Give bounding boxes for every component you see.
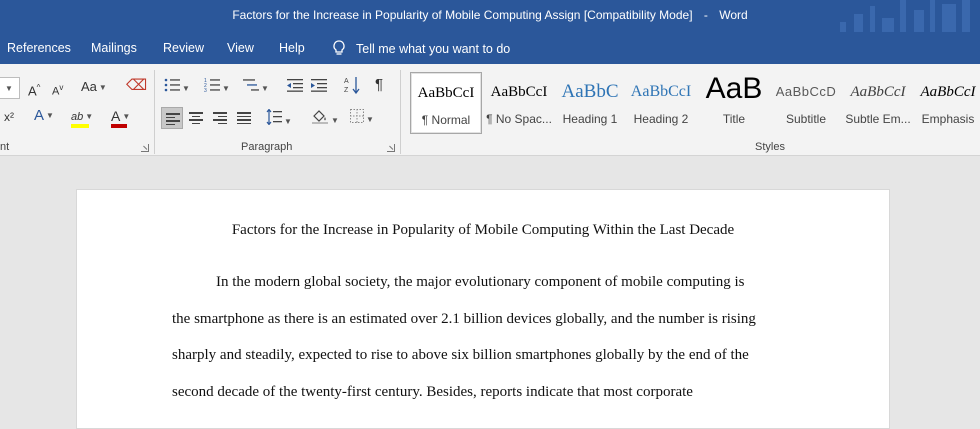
decrease-indent-icon[interactable] bbox=[287, 78, 303, 96]
paragraph-line: sharply and steadily, expected to rise t… bbox=[172, 347, 749, 363]
paragraph-line: In the modern global society, the major … bbox=[216, 274, 745, 290]
align-left-button[interactable] bbox=[161, 107, 183, 129]
shading-icon[interactable]: ▼ bbox=[311, 108, 339, 129]
clear-formatting-icon[interactable]: ⌫ bbox=[126, 78, 147, 94]
increase-indent-icon[interactable] bbox=[311, 78, 327, 96]
tell-me-text: Tell me what you want to do bbox=[356, 41, 511, 56]
chevron-down-icon: ▼ bbox=[5, 84, 13, 93]
group-divider bbox=[154, 70, 155, 154]
font-color-icon[interactable]: A ▼ bbox=[111, 108, 130, 128]
align-right-button[interactable] bbox=[209, 107, 231, 129]
tell-me-search[interactable]: Tell me what you want to do bbox=[332, 40, 510, 57]
style-emphasis[interactable]: AaBbCcI Emphasis bbox=[916, 72, 980, 134]
app-name: Word bbox=[719, 8, 748, 22]
style-subtle-emphasis[interactable]: AaBbCcI Subtle Em... bbox=[842, 72, 914, 134]
font-group-label: nt bbox=[0, 141, 10, 153]
font-dialog-launcher-icon[interactable] bbox=[141, 144, 149, 152]
svg-text:A: A bbox=[344, 78, 349, 85]
title-separator: - bbox=[703, 8, 708, 22]
tab-review[interactable]: Review bbox=[163, 41, 204, 55]
change-case-icon[interactable]: Aa ▼ bbox=[81, 79, 107, 96]
style-title[interactable]: AaB Title bbox=[700, 72, 768, 134]
align-center-button[interactable] bbox=[185, 107, 207, 129]
style-subtitle[interactable]: AaBbCcD Subtitle bbox=[772, 72, 840, 134]
tab-view[interactable]: View bbox=[227, 41, 254, 55]
align-center-icon bbox=[189, 112, 203, 126]
document-heading: Factors for the Increase in Popularity o… bbox=[231, 222, 735, 238]
tab-help[interactable]: Help bbox=[279, 41, 305, 55]
superscript-icon[interactable]: x² bbox=[4, 109, 14, 125]
paragraph-line: the smartphone as there is an estimated … bbox=[172, 311, 756, 327]
text-effects-icon[interactable]: A ▼ bbox=[34, 108, 54, 124]
justify-button[interactable] bbox=[233, 107, 255, 129]
bullets-icon[interactable]: ▼ bbox=[164, 78, 190, 97]
sort-icon[interactable]: AZ bbox=[344, 76, 360, 98]
line-spacing-icon[interactable]: ▼ bbox=[266, 108, 292, 130]
paragraph-dialog-launcher-icon[interactable] bbox=[387, 144, 395, 152]
multilevel-list-icon[interactable]: ▼ bbox=[243, 78, 269, 97]
svg-text:Z: Z bbox=[344, 87, 349, 94]
style-heading-2[interactable]: AaBbCcI Heading 2 bbox=[628, 72, 694, 134]
style-heading-1[interactable]: AaBbC Heading 1 bbox=[556, 72, 624, 134]
tab-mailings[interactable]: Mailings bbox=[91, 41, 137, 55]
grow-font-icon[interactable]: A^ bbox=[28, 80, 40, 99]
group-divider bbox=[400, 70, 401, 154]
tab-references[interactable]: References bbox=[7, 41, 71, 55]
pilcrow-icon[interactable]: ¶ bbox=[375, 77, 383, 93]
highlight-icon[interactable]: ab ▼ bbox=[71, 108, 93, 128]
styles-group-label: Styles bbox=[755, 141, 785, 153]
style-normal[interactable]: AaBbCcI ¶ Normal bbox=[410, 72, 482, 134]
document-name: Factors for the Increase in Popularity o… bbox=[232, 8, 693, 22]
document-canvas[interactable]: Factors for the Increase in Popularity o… bbox=[0, 156, 980, 429]
align-right-icon bbox=[213, 112, 227, 126]
ribbon: ▼ A^ Av Aa ▼ ⌫ x² A ▼ ab ▼ A ▼ nt ▼ 1 2 3 ▼ ▼ A… bbox=[0, 64, 980, 156]
document-page[interactable]: Factors for the Increase in Popularity o… bbox=[76, 189, 890, 429]
paragraph-group-label: Paragraph bbox=[241, 141, 293, 153]
svg-text:3: 3 bbox=[204, 88, 207, 92]
lightbulb-icon bbox=[332, 40, 346, 57]
ribbon-tabs: References Mailings Review View Help Tel… bbox=[0, 32, 980, 64]
title-bar: Factors for the Increase in Popularity o… bbox=[0, 0, 980, 32]
align-left-icon bbox=[166, 113, 180, 127]
title-bar-decoration bbox=[820, 0, 980, 32]
borders-icon[interactable]: ▼ bbox=[350, 109, 374, 128]
style-no-spacing[interactable]: AaBbCcI ¶ No Spac... bbox=[484, 72, 554, 134]
font-size-dropdown[interactable]: ▼ bbox=[0, 77, 20, 99]
justify-icon bbox=[237, 112, 251, 126]
paragraph-line: second decade of the twenty-first centur… bbox=[172, 384, 693, 400]
shrink-font-icon[interactable]: Av bbox=[52, 80, 63, 100]
numbering-icon[interactable]: 1 2 3 ▼ bbox=[204, 78, 230, 97]
